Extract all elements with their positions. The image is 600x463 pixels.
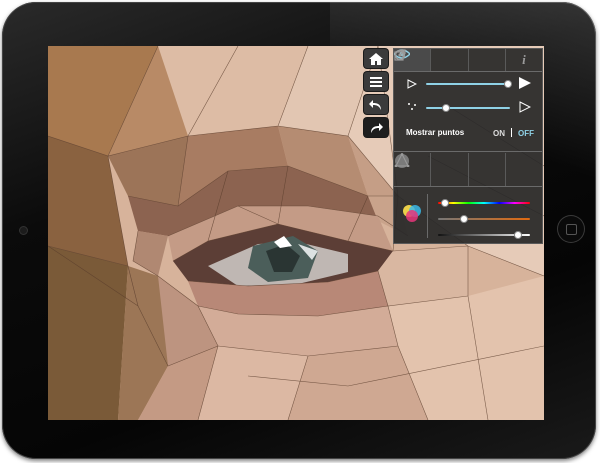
info-icon: i — [522, 52, 526, 67]
triangle-large-icon — [519, 77, 531, 89]
panel-divider — [394, 186, 542, 187]
home-icon — [369, 52, 383, 65]
saturation-knob[interactable] — [460, 215, 468, 223]
show-points-label: Mostrar puntos — [406, 128, 465, 137]
toggle-off-label[interactable]: OFF — [518, 129, 534, 138]
tool-row — [394, 153, 542, 186]
triangle-outline-icon — [407, 79, 417, 89]
hue-slider[interactable] — [438, 199, 530, 207]
color-wheel-icon[interactable] — [400, 202, 424, 226]
side-toolbar — [364, 49, 390, 141]
triangle-mesh-icon — [519, 101, 531, 113]
point-density-slider[interactable] — [394, 101, 542, 127]
triangle-size-slider[interactable] — [394, 77, 542, 103]
home-button[interactable] — [364, 49, 388, 68]
redo-icon — [371, 122, 383, 133]
panel-divider — [394, 151, 542, 152]
share-icon — [394, 49, 406, 61]
layers-icon — [370, 76, 382, 87]
tab-settings[interactable] — [394, 49, 469, 71]
redo-button[interactable] — [364, 118, 388, 137]
show-points-toggle[interactable]: ON OFF — [493, 128, 534, 138]
device-home-button[interactable] — [558, 216, 584, 242]
slider-track — [426, 104, 510, 112]
toggle-on-label[interactable]: ON — [493, 129, 505, 138]
hue-knob[interactable] — [441, 199, 449, 207]
tab-info[interactable]: i — [506, 49, 542, 71]
brightness-knob[interactable] — [514, 231, 522, 239]
saturation-slider[interactable] — [438, 215, 530, 223]
triangle-tool[interactable] — [395, 153, 469, 186]
color-controls — [394, 188, 542, 243]
points-icon — [408, 103, 416, 110]
brightness-slider[interactable] — [438, 231, 530, 239]
front-camera — [20, 227, 27, 234]
slider-track — [426, 80, 512, 88]
slider-knob[interactable] — [504, 80, 512, 88]
app-screen: i Mostrar puntos ON OFF — [48, 46, 544, 420]
layers-button[interactable] — [364, 72, 388, 91]
settings-panel: i Mostrar puntos ON OFF — [393, 48, 543, 244]
mesh-icon — [394, 153, 410, 167]
tab-share[interactable] — [394, 49, 506, 71]
color-divider — [427, 194, 428, 238]
undo-icon — [369, 99, 381, 110]
mesh-tool[interactable] — [394, 153, 542, 186]
blur-tool[interactable] — [395, 153, 506, 186]
slider-knob[interactable] — [442, 104, 450, 112]
toggle-separator — [511, 128, 512, 137]
panel-tabs: i — [394, 49, 542, 72]
undo-button[interactable] — [364, 95, 388, 114]
